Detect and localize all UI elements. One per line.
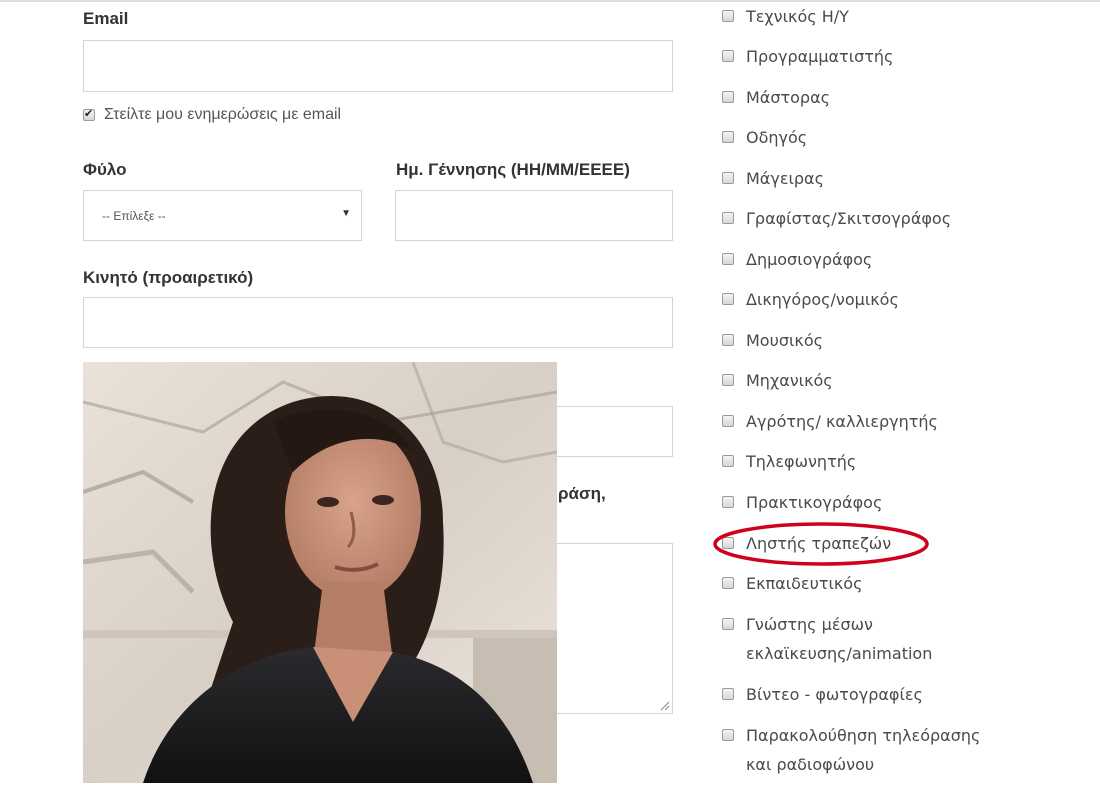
occupation-item[interactable]: Δικηγόρος/νομικός	[722, 285, 1006, 314]
occupation-checkbox[interactable]	[722, 253, 734, 265]
gender-label: Φύλο	[83, 160, 127, 179]
occupation-item[interactable]: Μάγειρας	[722, 164, 1006, 193]
occupation-item[interactable]: Τηλεφωνητής	[722, 447, 1006, 476]
occupation-checkbox[interactable]	[722, 618, 734, 630]
mobile-label: Κινητό (προαιρετικό)	[83, 268, 254, 287]
occupation-checkbox[interactable]	[722, 577, 734, 589]
occupation-checkbox[interactable]	[722, 729, 734, 741]
email-label: Email	[83, 9, 129, 28]
occupation-item[interactable]: Βίντεο - φωτογραφίες	[722, 680, 1006, 709]
gender-select[interactable]: -- Επίλεξε -- ▼	[83, 190, 362, 241]
occupation-checkbox[interactable]	[722, 415, 734, 427]
mobile-field[interactable]	[83, 297, 673, 348]
occupation-item[interactable]: Οδηγός	[722, 123, 1006, 152]
occupation-item[interactable]: Παρακολούθηση τηλεόρασης και ραδιοφώνου	[722, 721, 1006, 779]
occupation-checkbox[interactable]	[722, 91, 734, 103]
message-textarea[interactable]	[555, 543, 673, 714]
portrait-photo	[83, 362, 557, 783]
occupation-item[interactable]: Γνώστης μέσων εκλαϊκευσης/animation	[722, 610, 1006, 668]
occupation-checkbox[interactable]	[722, 172, 734, 184]
occupation-checkbox[interactable]	[722, 10, 734, 22]
occupation-item[interactable]: Τεχνικός Η/Υ	[722, 2, 1006, 31]
occupation-checkbox[interactable]	[722, 293, 734, 305]
occupation-item[interactable]: Πρακτικογράφος	[722, 488, 1006, 517]
occupation-checkbox[interactable]	[722, 496, 734, 508]
birthdate-field[interactable]	[395, 190, 673, 241]
occupation-checkbox[interactable]	[722, 537, 734, 549]
occupation-item[interactable]: Μηχανικός	[722, 366, 1006, 395]
occupation-item-highlighted[interactable]: Ληστής τραπεζών	[722, 529, 1006, 558]
occupation-checkbox[interactable]	[722, 455, 734, 467]
occupation-item[interactable]: Μάστορας	[722, 83, 1006, 112]
occupation-item[interactable]: Εκπαιδευτικός	[722, 569, 1006, 598]
birthdate-label: Ημ. Γέννησης (ΗΗ/ΜΜ/ΕΕΕΕ)	[396, 160, 630, 179]
occupation-checkbox[interactable]	[722, 334, 734, 346]
gender-select-value: -- Επίλεξε --	[102, 209, 166, 223]
occupation-checkbox[interactable]	[722, 50, 734, 62]
hidden-field[interactable]	[555, 406, 673, 457]
occupation-checkbox[interactable]	[722, 374, 734, 386]
newsletter-checkbox-box[interactable]	[83, 107, 95, 121]
chevron-down-icon: ▼	[341, 208, 351, 219]
occupation-item[interactable]: Γραφίστας/Σκιτσογράφος	[722, 204, 1006, 233]
partial-label: ράση,	[558, 484, 606, 503]
newsletter-checkbox[interactable]: Στείλτε μου ενημερώσεις με email	[83, 106, 341, 124]
newsletter-checkbox-label: Στείλτε μου ενημερώσεις με email	[104, 106, 342, 123]
occupation-item[interactable]: Αγρότης/ καλλιεργητής	[722, 407, 1006, 436]
occupation-item[interactable]: Προγραμματιστής	[722, 42, 1006, 71]
occupation-checkbox[interactable]	[722, 688, 734, 700]
occupation-item[interactable]: Μουσικός	[722, 326, 1006, 355]
occupation-checkbox[interactable]	[722, 131, 734, 143]
resize-grip-icon[interactable]	[660, 701, 670, 711]
occupation-checkbox[interactable]	[722, 212, 734, 224]
occupation-item[interactable]: Δημοσιογράφος	[722, 245, 1006, 274]
email-field[interactable]	[83, 40, 673, 92]
